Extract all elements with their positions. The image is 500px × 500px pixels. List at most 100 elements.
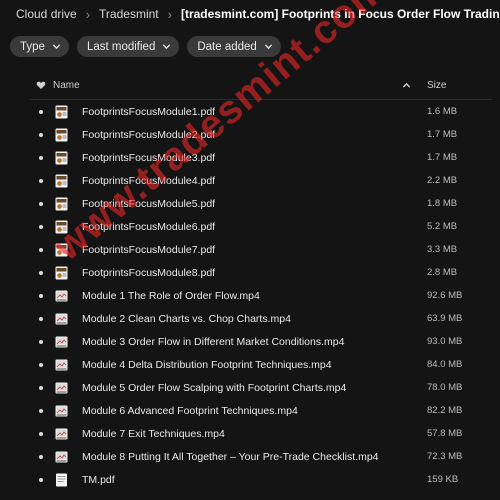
row-bullet <box>39 293 43 298</box>
file-size: 78.0 MB <box>427 382 463 393</box>
table-row[interactable]: FootprintsFocusModule2.pdf 1.7 MB <box>30 123 492 146</box>
file-name[interactable]: FootprintsFocusModule3.pdf <box>82 152 427 164</box>
file-size: 5.2 MB <box>427 221 458 232</box>
filter-last-modified-label: Last modified <box>86 40 156 53</box>
row-bullet <box>39 477 43 482</box>
video-file-icon <box>55 450 68 464</box>
pdf-file-icon <box>55 243 68 257</box>
file-size: 57.8 MB <box>427 428 463 439</box>
breadcrumb-separator: › <box>85 6 91 22</box>
file-name[interactable]: FootprintsFocusModule2.pdf <box>82 129 427 141</box>
breadcrumb-tradesmint[interactable]: Tradesmint <box>99 7 159 21</box>
filter-bar: Type Last modified Date added <box>10 36 281 57</box>
table-row[interactable]: Module 2 Clean Charts vs. Chop Charts.mp… <box>30 307 492 330</box>
chevron-up-icon[interactable] <box>402 81 411 90</box>
row-bullet <box>39 201 43 206</box>
file-name[interactable]: FootprintsFocusModule6.pdf <box>82 221 427 233</box>
chevron-down-icon <box>264 44 272 50</box>
row-bullet <box>39 385 43 390</box>
breadcrumb: Cloud drive › Tradesmint › [tradesmint.c… <box>16 6 500 22</box>
table-row[interactable]: Module 6 Advanced Footprint Techniques.m… <box>30 399 492 422</box>
file-name[interactable]: Module 8 Putting It All Together – Your … <box>82 451 427 463</box>
file-name[interactable]: FootprintsFocusModule7.pdf <box>82 244 427 256</box>
filter-date-added[interactable]: Date added <box>187 36 281 57</box>
column-header-size[interactable]: Size <box>427 80 492 91</box>
table-row[interactable]: Module 4 Delta Distribution Footprint Te… <box>30 353 492 376</box>
pdf-file-icon <box>55 105 68 119</box>
file-size: 2.8 MB <box>427 267 458 278</box>
table-row[interactable]: FootprintsFocusModule4.pdf 2.2 MB <box>30 169 492 192</box>
row-bullet <box>39 270 43 275</box>
file-table: Name Size FootprintsFocusModule1.pdf 1.6 … <box>30 74 492 491</box>
row-bullet <box>39 224 43 229</box>
file-name[interactable]: Module 5 Order Flow Scalping with Footpr… <box>82 382 427 394</box>
filter-last-modified[interactable]: Last modified <box>76 36 180 57</box>
video-file-icon <box>55 358 68 372</box>
file-name[interactable]: Module 3 Order Flow in Different Market … <box>82 336 427 348</box>
file-name[interactable]: Module 7 Exit Techniques.mp4 <box>82 428 427 440</box>
file-name[interactable]: Module 6 Advanced Footprint Techniques.m… <box>82 405 427 417</box>
table-row[interactable]: Module 7 Exit Techniques.mp4 57.8 MB <box>30 422 492 445</box>
file-size: 92.6 MB <box>427 290 463 301</box>
file-size: 72.3 MB <box>427 451 463 462</box>
file-name[interactable]: Module 2 Clean Charts vs. Chop Charts.mp… <box>82 313 427 325</box>
row-bullet <box>39 408 43 413</box>
file-name[interactable]: Module 4 Delta Distribution Footprint Te… <box>82 359 427 371</box>
file-size: 63.9 MB <box>427 313 463 324</box>
column-header-name[interactable]: Name <box>53 80 402 91</box>
pdf-file-icon <box>55 220 68 234</box>
heart-icon[interactable] <box>36 80 46 90</box>
file-size: 159 KB <box>427 474 459 485</box>
table-row[interactable]: FootprintsFocusModule1.pdf 1.6 MB <box>30 100 492 123</box>
row-bullet <box>39 339 43 344</box>
video-file-icon <box>55 427 68 441</box>
breadcrumb-separator: › <box>167 6 172 22</box>
breadcrumb-current-folder: [tradesmint.com] Footprints in Focus Ord… <box>180 7 500 21</box>
document-file-icon <box>55 473 68 487</box>
filter-type[interactable]: Type <box>10 36 69 57</box>
chevron-down-icon <box>163 44 171 50</box>
file-size: 84.0 MB <box>427 359 463 370</box>
row-bullet <box>39 362 43 367</box>
table-row[interactable]: Module 1 The Role of Order Flow.mp4 92.6 … <box>30 284 492 307</box>
table-row[interactable]: Module 3 Order Flow in Different Market … <box>30 330 492 353</box>
table-row[interactable]: TM.pdf 159 KB <box>30 468 492 491</box>
file-name[interactable]: FootprintsFocusModule4.pdf <box>82 175 427 187</box>
table-row[interactable]: FootprintsFocusModule8.pdf 2.8 MB <box>30 261 492 284</box>
row-bullet <box>39 178 43 183</box>
row-bullet <box>39 132 43 137</box>
table-row[interactable]: FootprintsFocusModule7.pdf 3.3 MB <box>30 238 492 261</box>
file-list: FootprintsFocusModule1.pdf 1.6 MB Footprin… <box>30 100 492 491</box>
row-bullet <box>39 155 43 160</box>
video-file-icon <box>55 404 68 418</box>
file-size: 1.7 MB <box>427 129 458 140</box>
pdf-file-icon <box>55 197 68 211</box>
chevron-down-icon <box>52 44 61 50</box>
video-file-icon <box>55 312 68 326</box>
file-size: 2.2 MB <box>427 175 458 186</box>
breadcrumb-cloud-drive[interactable]: Cloud drive <box>16 7 77 21</box>
file-size: 82.2 MB <box>427 405 463 416</box>
file-size: 3.3 MB <box>427 244 458 255</box>
file-name[interactable]: FootprintsFocusModule5.pdf <box>82 198 427 210</box>
file-name[interactable]: FootprintsFocusModule8.pdf <box>82 267 427 279</box>
pdf-file-icon <box>55 174 68 188</box>
file-name[interactable]: TM.pdf <box>82 474 427 486</box>
file-name[interactable]: Module 1 The Role of Order Flow.mp4 <box>82 290 427 302</box>
table-row[interactable]: FootprintsFocusModule3.pdf 1.7 MB <box>30 146 492 169</box>
pdf-file-icon <box>55 128 68 142</box>
file-size: 1.8 MB <box>427 198 458 209</box>
row-bullet <box>39 316 43 321</box>
pdf-file-icon <box>55 151 68 165</box>
file-size: 1.7 MB <box>427 152 458 163</box>
video-file-icon <box>55 289 68 303</box>
video-file-icon <box>55 335 68 349</box>
row-bullet <box>39 454 43 459</box>
file-name[interactable]: FootprintsFocusModule1.pdf <box>82 106 427 118</box>
table-row[interactable]: Module 8 Putting It All Together – Your … <box>30 445 492 468</box>
file-size: 1.6 MB <box>427 106 458 117</box>
file-size: 93.0 MB <box>427 336 463 347</box>
table-row[interactable]: FootprintsFocusModule6.pdf 5.2 MB <box>30 215 492 238</box>
table-row[interactable]: Module 5 Order Flow Scalping with Footpr… <box>30 376 492 399</box>
table-row[interactable]: FootprintsFocusModule5.pdf 1.8 MB <box>30 192 492 215</box>
